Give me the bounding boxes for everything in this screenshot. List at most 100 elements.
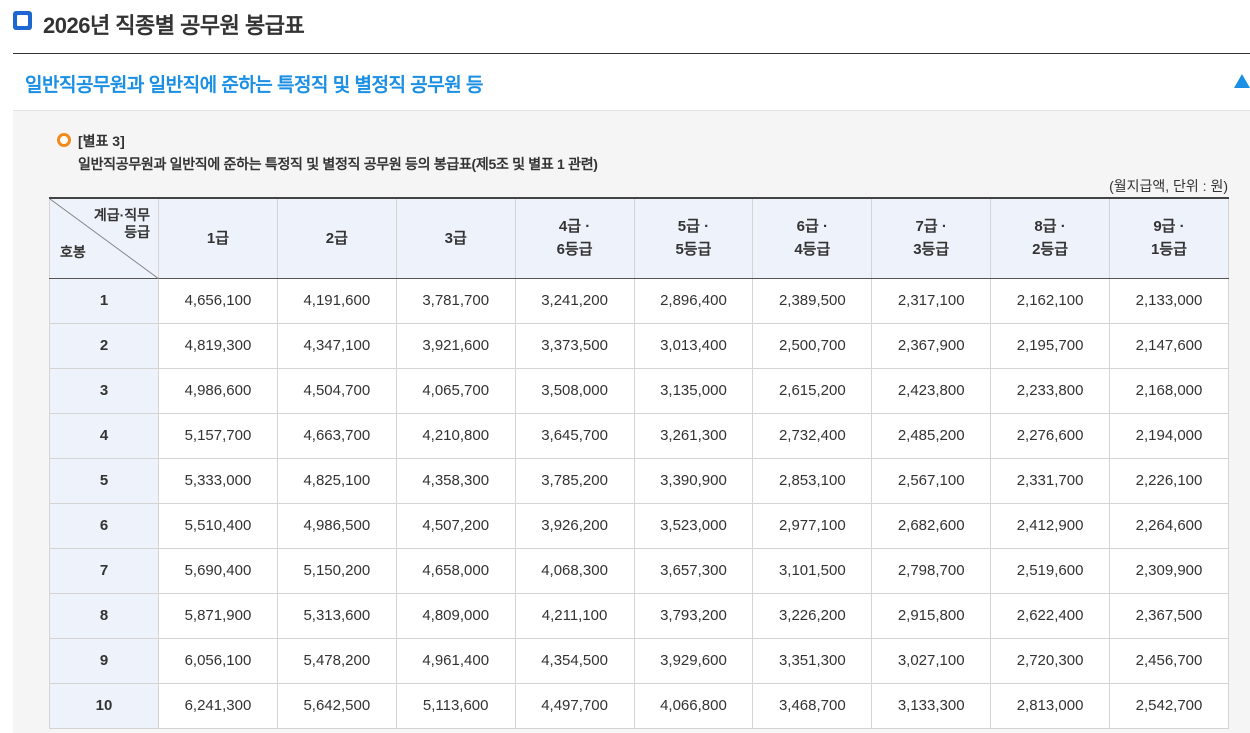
salary-cell: 2,977,100: [752, 502, 873, 549]
salary-cell: 2,367,500: [1109, 592, 1229, 639]
table-row: 9 6,056,100 5,478,200 4,961,400 4,354,500 3,9…: [49, 637, 1229, 684]
salary-cell: 2,133,000: [1109, 277, 1229, 324]
column-header-1: 1급: [158, 197, 278, 279]
step-cell: 9: [49, 637, 159, 684]
salary-cell: 5,157,700: [158, 412, 278, 459]
salary-cell: 3,226,200: [752, 592, 873, 639]
table-row: 4 5,157,700 4,663,700 4,210,800 3,645,700 3,2…: [49, 412, 1229, 459]
salary-cell: 3,133,300: [871, 682, 992, 729]
corner-grade-label: 계급·직무 등급: [93, 207, 150, 240]
table-number: [별표 3]: [78, 133, 125, 149]
page-title: 2026년 직종별 공무원 봉급표: [43, 13, 305, 38]
salary-cell: 2,264,600: [1109, 502, 1229, 549]
salary-cell: 2,456,700: [1109, 637, 1229, 684]
salary-cell: 4,986,500: [276, 502, 397, 549]
salary-cell: 2,567,100: [871, 457, 992, 504]
salary-cell: 2,331,700: [990, 457, 1110, 504]
step-cell: 5: [49, 457, 159, 504]
column-header-8: 8급 · 2등급: [990, 197, 1110, 279]
table-row: 8 5,871,900 5,313,600 4,809,000 4,211,100 3,7…: [49, 592, 1229, 639]
salary-cell: 3,135,000: [633, 367, 754, 414]
table-row: 7 5,690,400 5,150,200 4,658,000 4,068,300 3,6…: [49, 547, 1229, 594]
salary-cell: 2,367,900: [871, 322, 992, 369]
salary-cell: 5,510,400: [158, 502, 278, 549]
salary-cell: 2,615,200: [752, 367, 873, 414]
step-cell: 4: [49, 412, 159, 459]
table-row: 6 5,510,400 4,986,500 4,507,200 3,926,200 3,5…: [49, 502, 1229, 549]
table-body: 1 4,656,100 4,191,600 3,781,700 3,241,200 2,8…: [49, 277, 1229, 729]
triangle-up-icon[interactable]: [1234, 74, 1250, 88]
unit-note: (월지급액, 단위 : 원): [1109, 178, 1228, 194]
table-row: 2 4,819,300 4,347,100 3,921,600 3,373,500 3,0…: [49, 322, 1229, 369]
salary-cell: 3,261,300: [633, 412, 754, 459]
step-cell: 8: [49, 592, 159, 639]
column-header-6: 6급 · 4등급: [752, 197, 873, 279]
salary-cell: 4,210,800: [395, 412, 516, 459]
salary-cell: 2,798,700: [871, 547, 992, 594]
column-header-7: 7급 · 3등급: [871, 197, 992, 279]
salary-cell: 3,926,200: [514, 502, 635, 549]
square-icon: [13, 11, 32, 30]
salary-cell: 4,961,400: [395, 637, 516, 684]
salary-cell: 4,347,100: [276, 322, 397, 369]
salary-cell: 4,354,500: [514, 637, 635, 684]
step-cell: 2: [49, 322, 159, 369]
table-row: 3 4,986,600 4,504,700 4,065,700 3,508,000 3,1…: [49, 367, 1229, 414]
step-cell: 7: [49, 547, 159, 594]
salary-cell: 2,309,900: [1109, 547, 1229, 594]
section-panel: [별표 3] 일반직공무원과 일반직에 준하는 특정직 및 별정직 공무원 등의…: [13, 111, 1250, 733]
salary-cell: 2,813,000: [990, 682, 1110, 729]
salary-cell: 2,500,700: [752, 322, 873, 369]
salary-cell: 3,645,700: [514, 412, 635, 459]
salary-cell: 4,986,600: [158, 367, 278, 414]
salary-cell: 2,720,300: [990, 637, 1110, 684]
salary-cell: 4,809,000: [395, 592, 516, 639]
salary-cell: 5,313,600: [276, 592, 397, 639]
salary-cell: 5,150,200: [276, 547, 397, 594]
step-cell: 1: [49, 277, 159, 324]
salary-cell: 3,781,700: [395, 277, 516, 324]
table-row: 10 6,241,300 5,642,500 5,113,600 4,497,700 4,…: [49, 682, 1229, 729]
salary-cell: 4,191,600: [276, 277, 397, 324]
salary-cell: 3,390,900: [633, 457, 754, 504]
step-cell: 10: [49, 682, 159, 729]
salary-cell: 2,542,700: [1109, 682, 1229, 729]
salary-cell: 2,389,500: [752, 277, 873, 324]
salary-cell: 4,663,700: [276, 412, 397, 459]
salary-cell: 4,065,700: [395, 367, 516, 414]
salary-cell: 2,226,100: [1109, 457, 1229, 504]
corner-step-label: 호봉: [60, 243, 86, 260]
salary-cell: 5,642,500: [276, 682, 397, 729]
salary-cell: 3,929,600: [633, 637, 754, 684]
table-row: 5 5,333,000 4,825,100 4,358,300 3,785,200 3,3…: [49, 457, 1229, 504]
column-header-3: 3급: [395, 197, 516, 279]
section-accordion-header[interactable]: 일반직공무원과 일반직에 준하는 특정직 및 별정직 공무원 등: [13, 54, 1250, 111]
salary-cell: 4,211,100: [514, 592, 635, 639]
table-row: 1 4,656,100 4,191,600 3,781,700 3,241,200 2,8…: [49, 277, 1229, 324]
salary-cell: 5,871,900: [158, 592, 278, 639]
salary-cell: 3,027,100: [871, 637, 992, 684]
salary-cell: 3,013,400: [633, 322, 754, 369]
section-title[interactable]: 일반직공무원과 일반직에 준하는 특정직 및 별정직 공무원 등: [25, 70, 483, 97]
salary-cell: 3,101,500: [752, 547, 873, 594]
salary-cell: 3,785,200: [514, 457, 635, 504]
salary-cell: 2,915,800: [871, 592, 992, 639]
table-header-row: 계급·직무 등급 호봉 1급 2급 3급 4급 · 6등급 5급 · 5등급 6급 …: [49, 197, 1229, 279]
salary-cell: 2,162,100: [990, 277, 1110, 324]
salary-cell: 2,194,000: [1109, 412, 1229, 459]
salary-cell: 4,658,000: [395, 547, 516, 594]
salary-cell: 3,921,600: [395, 322, 516, 369]
salary-cell: 2,485,200: [871, 412, 992, 459]
salary-cell: 2,147,600: [1109, 322, 1229, 369]
salary-cell: 2,853,100: [752, 457, 873, 504]
salary-cell: 2,317,100: [871, 277, 992, 324]
salary-cell: 2,896,400: [633, 277, 754, 324]
salary-cell: 6,056,100: [158, 637, 278, 684]
circle-bullet-icon: [57, 133, 71, 147]
salary-cell: 2,682,600: [871, 502, 992, 549]
salary-cell: 2,195,700: [990, 322, 1110, 369]
salary-cell: 4,507,200: [395, 502, 516, 549]
salary-cell: 3,373,500: [514, 322, 635, 369]
salary-cell: 4,066,800: [633, 682, 754, 729]
salary-cell: 5,690,400: [158, 547, 278, 594]
